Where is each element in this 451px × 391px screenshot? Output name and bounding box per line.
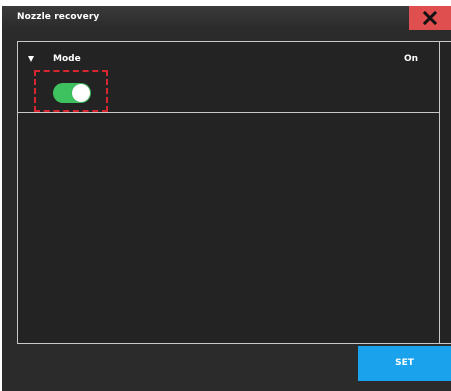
chevron-down-icon[interactable]	[28, 56, 34, 62]
close-icon	[423, 11, 437, 25]
nozzle-recovery-dialog: Nozzle recovery Mode On	[2, 6, 451, 391]
mode-value: On	[404, 54, 419, 64]
mode-toggle[interactable]	[53, 83, 91, 103]
scrollbar[interactable]	[439, 42, 440, 343]
set-button[interactable]: SET	[358, 346, 451, 381]
mode-setting-row: Mode On	[18, 42, 439, 113]
toggle-knob	[72, 84, 90, 102]
close-button[interactable]	[409, 6, 451, 30]
title-bar: Nozzle recovery	[2, 6, 451, 30]
settings-panel: Mode On	[17, 41, 451, 344]
mode-label: Mode	[53, 54, 81, 64]
dialog-title: Nozzle recovery	[17, 12, 100, 22]
